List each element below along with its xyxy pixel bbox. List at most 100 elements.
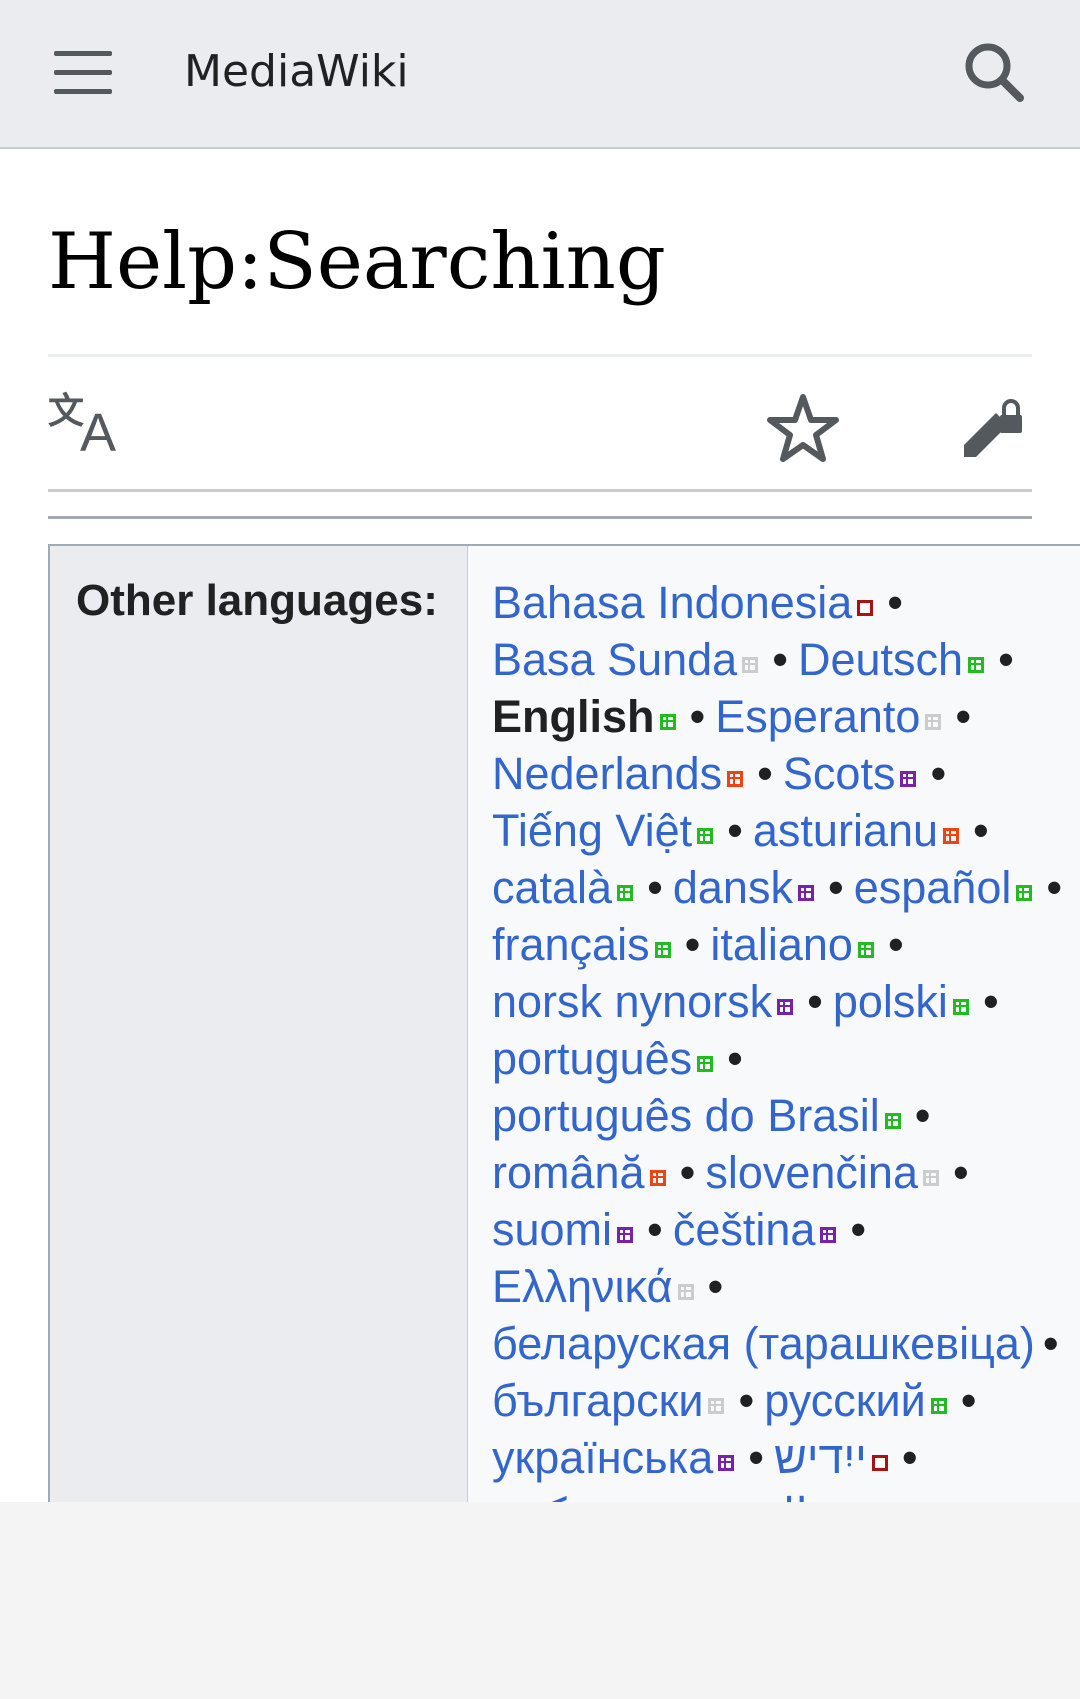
translation-status-icon	[742, 657, 759, 673]
separator-dot: •	[960, 1375, 977, 1426]
translation-status-icon	[727, 771, 744, 787]
language-link[interactable]: polski	[833, 976, 948, 1027]
translation-status-icon	[952, 999, 969, 1015]
separator-dot: •	[647, 1204, 663, 1255]
language-line: українська • ייִדיש •	[492, 1429, 1080, 1486]
separator-dot: •	[679, 1147, 696, 1198]
translation-status-icon	[922, 1170, 939, 1186]
translation-status-icon	[925, 714, 942, 730]
language-link[interactable]: dansk	[673, 862, 793, 913]
translation-status-icon	[943, 828, 960, 844]
language-line: English • Esperanto •	[492, 688, 1080, 745]
language-line: Tiếng Việt • asturianu •	[492, 802, 1080, 859]
hamburger-menu-icon[interactable]	[54, 51, 112, 95]
separator-dot: •	[973, 805, 989, 856]
language-link[interactable]: čeština	[673, 1204, 816, 1255]
separator-dot: •	[998, 634, 1014, 685]
language-link[interactable]: português do Brasil	[492, 1090, 880, 1141]
language-link[interactable]: Ελληνικά	[492, 1261, 673, 1312]
language-link[interactable]: українська	[492, 1432, 713, 1483]
language-link[interactable]: slovenčina	[705, 1147, 918, 1198]
language-link[interactable]: Esperanto	[715, 691, 920, 742]
separator-dot: •	[887, 919, 904, 970]
language-link[interactable]: Tiếng Việt	[492, 805, 692, 856]
separator-dot: •	[827, 862, 844, 913]
site-title[interactable]: MediaWiki	[184, 44, 409, 100]
separator-dot: •	[684, 919, 701, 970]
separator-dot: •	[952, 1147, 969, 1198]
language-link[interactable]: Bahasa Indonesia	[492, 577, 852, 628]
separator-dot: •	[748, 1432, 765, 1483]
language-link[interactable]: Scots	[783, 748, 896, 799]
translation-status-icon	[884, 1113, 901, 1129]
svg-text:文: 文	[48, 391, 84, 432]
language-link[interactable]: русский	[764, 1375, 925, 1426]
language-link[interactable]: беларуская (тарашкевіца)	[492, 1318, 1035, 1369]
top-bar: MediaWiki	[0, 0, 1080, 149]
languages-box: Other languages: Bahasa Indonesia • Basa S…	[48, 544, 1080, 1504]
separator-dot: •	[887, 577, 904, 628]
translation-status-icon	[871, 1455, 888, 1471]
language-link[interactable]: Basa Sunda	[492, 634, 737, 685]
language-link[interactable]: ייִדיש	[774, 1432, 867, 1483]
star-icon[interactable]	[766, 391, 840, 469]
translation-status-icon	[654, 942, 671, 958]
separator-dot: •	[757, 748, 773, 799]
translation-status-icon	[708, 1398, 725, 1414]
languages-list-cell: Bahasa Indonesia • Basa Sunda • Deutsch • Engl…	[468, 546, 1080, 1502]
language-link[interactable]: español	[854, 862, 1012, 913]
translate-icon[interactable]: 文 A	[48, 389, 128, 463]
language-link[interactable]: italiano	[710, 919, 853, 970]
languages-header-cell: Other languages:	[50, 546, 468, 1502]
translation-status-icon	[649, 1170, 666, 1186]
search-icon[interactable]	[962, 40, 1026, 104]
separator-dot: •	[930, 748, 947, 799]
translation-status-icon	[797, 885, 814, 901]
language-link[interactable]: català	[492, 862, 612, 913]
language-link[interactable]: română	[492, 1147, 645, 1198]
language-line: português do Brasil •	[492, 1087, 1080, 1144]
separator-dot: •	[689, 691, 706, 742]
divider	[48, 516, 1032, 519]
separator-dot: •	[772, 634, 788, 685]
language-line: norsk nynorsk • polski •	[492, 973, 1080, 1030]
translation-status-icon	[857, 600, 874, 616]
language-link[interactable]: português	[492, 1033, 692, 1084]
translation-status-icon	[697, 1056, 714, 1072]
translation-status-icon	[820, 1227, 837, 1243]
translation-status-icon	[617, 1227, 634, 1243]
language-line: română • slovenčina •	[492, 1144, 1080, 1201]
translation-status-icon	[900, 771, 917, 787]
language-link[interactable]: français	[492, 919, 650, 970]
language-link[interactable]: norsk nynorsk	[492, 976, 772, 1027]
translation-status-icon	[930, 1398, 947, 1414]
separator-dot: •	[738, 1375, 755, 1426]
language-link[interactable]: suomi	[492, 1204, 612, 1255]
separator-dot: •	[647, 862, 663, 913]
language-link[interactable]: asturianu	[753, 805, 938, 856]
translation-status-icon	[968, 657, 985, 673]
separator-dot: •	[727, 1033, 743, 1084]
svg-text:A: A	[80, 403, 116, 459]
edit-lock-icon[interactable]	[960, 393, 1028, 465]
page-actions: 文 A	[48, 357, 1032, 491]
translation-status-icon	[777, 999, 794, 1015]
language-link[interactable]: Nederlands	[492, 748, 722, 799]
language-line: català • dansk • español •	[492, 859, 1080, 916]
page-footer-area	[0, 1502, 1080, 1699]
languages-label: Other languages:	[76, 576, 438, 625]
translation-status-icon	[718, 1455, 735, 1471]
translation-status-icon	[617, 885, 634, 901]
languages-list: Bahasa Indonesia • Basa Sunda • Deutsch • Engl…	[492, 574, 1080, 1502]
language-line: português •	[492, 1030, 1080, 1087]
divider	[48, 489, 1032, 492]
language-link[interactable]: български	[492, 1375, 703, 1426]
language-line: Bahasa Indonesia •	[492, 574, 1080, 631]
language-line: Basa Sunda • Deutsch •	[492, 631, 1080, 688]
translation-status-icon	[659, 714, 676, 730]
language-line: български • русский •	[492, 1372, 1080, 1429]
separator-dot: •	[727, 805, 743, 856]
language-line: беларуская (тарашкевіца) •	[492, 1315, 1080, 1372]
language-link[interactable]: Deutsch	[798, 634, 963, 685]
language-line: suomi • čeština •	[492, 1201, 1080, 1258]
